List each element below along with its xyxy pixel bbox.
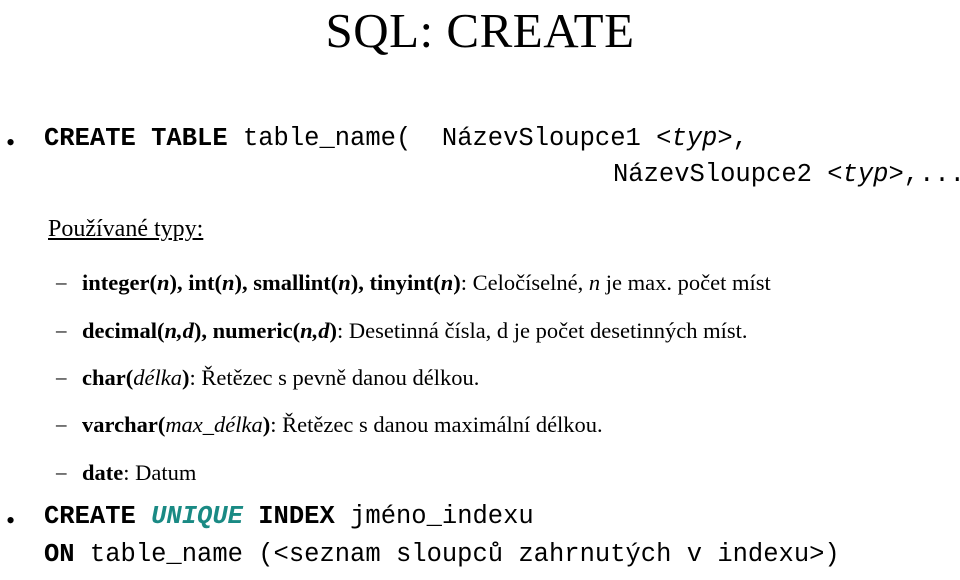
type-decimal-arg-1: n,d [164, 318, 194, 343]
dash-bullet-icon: – [56, 460, 67, 484]
create-index-keyword-1: CREATE [44, 502, 152, 531]
slide-canvas: SQL: CREATE • CREATE TABLE table_name( N… [0, 0, 960, 580]
create-table-line-2: NázevSloupce2 <typ>,...) [613, 160, 960, 190]
bullet-dot-icon: • [6, 128, 16, 157]
create-table-after-type-2: >,...) [888, 160, 960, 189]
type-integer-name-end: ) [453, 270, 461, 295]
create-index-keyword-2: INDEX [242, 502, 335, 531]
type-decimal-desc: : Desetinná čísla, d je počet desetinnýc… [336, 318, 748, 343]
type-date-desc: : Datum [123, 460, 197, 485]
create-index-on-keyword: ON [44, 540, 75, 569]
dash-bullet-icon: – [56, 318, 67, 342]
type-decimal-name-b: ), numeric( [193, 318, 301, 343]
create-table-after-type-1: >, [717, 124, 748, 153]
dash-bullet-icon: – [56, 412, 67, 436]
type-varchar-arg: max_délka [165, 412, 263, 437]
type-varchar-text: varchar(max_délka): Řetězec s danou maxi… [82, 412, 603, 438]
type-varchar-name: varchar( [82, 412, 166, 437]
create-table-name: table_name( [227, 124, 442, 153]
create-table-keyword: CREATE TABLE [44, 124, 228, 153]
bullet-dot-icon: • [6, 506, 16, 535]
create-table-line-1: CREATE TABLE table_name( NázevSloupce1 <… [44, 124, 748, 154]
type-decimal-arg-2: n,d [300, 318, 330, 343]
create-table-type-2: typ [842, 160, 889, 189]
type-integer-desc-arg: n [588, 270, 601, 295]
type-integer-desc-a: : Celočíselné, [460, 270, 589, 295]
create-table-column-1: NázevSloupce1 < [441, 124, 672, 153]
create-index-unique-keyword: UNIQUE [151, 502, 243, 531]
type-varchar-desc: : Řetězec s danou maximální délkou. [270, 412, 603, 437]
create-index-line-2: ON table_name (<seznam sloupců zahrnutýc… [44, 540, 840, 570]
create-table-type-1: typ [671, 124, 718, 153]
type-integer-arg-4: n [440, 270, 454, 295]
type-integer-arg-3: n [338, 270, 351, 295]
type-char-arg: délka [133, 365, 182, 390]
type-integer-arg-2: n [221, 270, 235, 295]
type-integer-name-b: ), int( [169, 270, 222, 295]
create-index-name: jméno_indexu [334, 502, 534, 531]
type-date-name: date [82, 460, 124, 485]
type-char-name: char( [82, 365, 134, 390]
type-decimal-name-end: ) [329, 318, 337, 343]
type-integer-desc-b: je max. počet míst [600, 270, 771, 295]
create-index-line-1: CREATE UNIQUE INDEX jméno_indexu [44, 502, 534, 532]
type-char-desc: : Řetězec s pevně danou délkou. [189, 365, 480, 390]
types-heading: Používané typy: [48, 216, 204, 242]
type-integer-text: integer(n), int(n), smallint(n), tinyint… [82, 270, 771, 296]
type-integer-arg-1: n [156, 270, 170, 295]
dash-bullet-icon: – [56, 270, 67, 294]
dash-bullet-icon: – [56, 365, 67, 389]
create-table-column-2: NázevSloupce2 < [613, 160, 843, 189]
type-char-text: char(délka): Řetězec s pevně danou délko… [82, 365, 479, 391]
type-decimal-name-a: decimal( [82, 318, 165, 343]
type-integer-name-c: ), smallint( [234, 270, 339, 295]
page-title: SQL: CREATE [325, 3, 635, 58]
type-integer-name-a: integer( [82, 270, 157, 295]
type-decimal-text: decimal(n,d), numeric(n,d): Desetinná čí… [82, 318, 748, 344]
type-date-text: date: Datum [82, 460, 196, 486]
create-index-on-rest: table_name (<seznam sloupců zahrnutých v… [74, 540, 840, 569]
type-integer-name-d: ), tinyint( [350, 270, 441, 295]
